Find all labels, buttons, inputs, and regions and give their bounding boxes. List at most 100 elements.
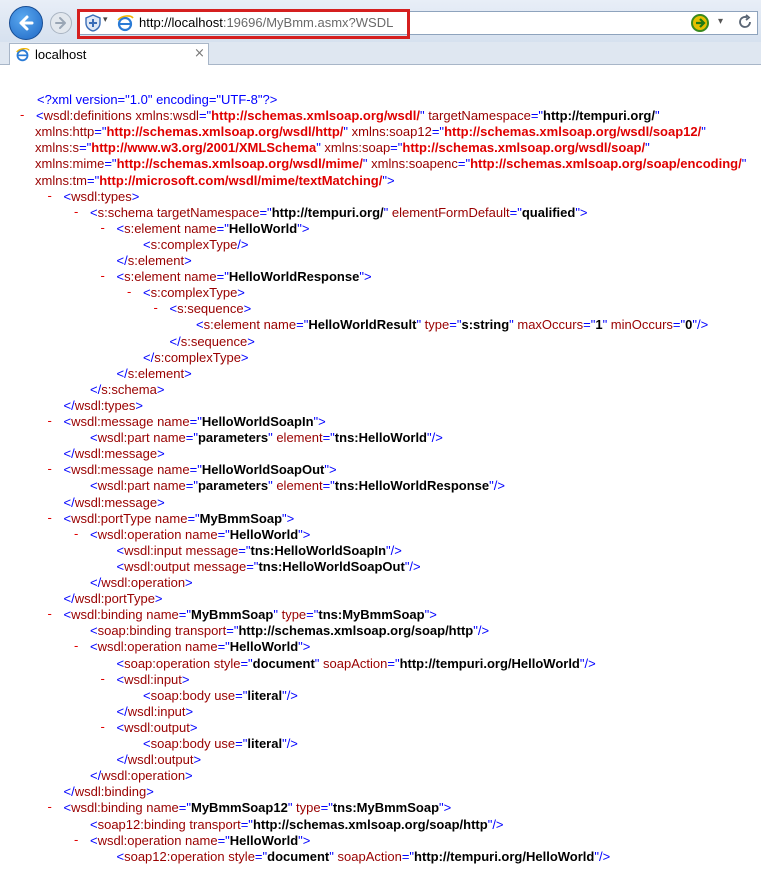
xml-token: s:complexType [154,349,241,365]
xml-token: http://microsoft.com/wsdl/mime/textMatch… [99,172,383,188]
xml-token: < [116,655,125,671]
xml-token: < [63,800,72,816]
collapse-toggle[interactable]: - [48,510,52,525]
xml-line: <soap:body use="literal"/> [143,736,298,752]
xml-token: wsdl:operation [97,526,186,542]
xml-line: </wsdl:portType> [64,591,163,607]
xml-token: wsdl:message [71,462,158,478]
xml-token: > [184,365,192,381]
xml-line: <wsdl:part name="parameters" element="tn… [90,478,505,494]
address-dropdown-icon[interactable]: ▾ [718,16,723,27]
xml-token: < [90,639,98,655]
xml-token: element [276,430,323,446]
xml-line: <wsdl:definitions xmlns:wsdl="http://sch… [36,108,660,124]
xml-token: > [156,381,165,397]
collapse-toggle[interactable]: - [74,204,78,219]
xml-token: " [287,800,297,816]
xml-token: MyBmmSoap [191,607,274,623]
xml-line: </wsdl:message> [64,446,165,462]
xml-line: <soap:binding transport="http://schemas.… [90,623,489,639]
xml-token: xmlns:mime [35,156,105,172]
xml-token: "/> [692,317,709,333]
xml-line: <wsdl:message name="HelloWorldSoapIn"> [64,414,326,430]
xml-token: "/> [386,542,402,558]
xml-token: " [383,204,392,220]
xml-token: wsdl:message [71,414,158,429]
xml-token: wsdl:types [71,188,132,204]
xml-token: name [153,430,186,446]
xml-token: =" [87,172,100,188]
xml-line: <s:element name="HelloWorldResponse"> [117,269,372,285]
xml-token: wsdl:operation [101,768,186,784]
xml-token: "/> [489,478,505,494]
xml-token: > [240,349,249,365]
xml-token: > [185,575,193,590]
go-icon[interactable] [690,13,710,33]
xml-token: "/> [282,736,298,751]
refresh-icon[interactable] [736,13,754,31]
xml-token: =" [387,655,400,671]
xml-token: =" [238,542,251,558]
xml-token: http://tempuri.org/ [271,204,384,220]
compatibility-view-icon[interactable] [84,14,102,32]
xml-token: tns:HelloWorldResponse [334,478,490,494]
xml-token: tns:MyBmmSoap [318,607,425,623]
xml-token: soap12:operation [124,848,229,864]
collapse-toggle[interactable]: - [74,832,78,847]
xml-token: wsdl:operation [97,639,186,655]
xml-token: </ [116,752,128,768]
xml-viewer: <?xml version="1.0" encoding="UTF-8"?> - <… [0,65,761,875]
xml-token: =" [178,800,191,816]
tab-close-icon[interactable]: × [194,46,205,61]
collapse-toggle[interactable]: - [127,284,131,299]
xml-token: =" [178,607,191,623]
xml-token: wsdl:operation [101,575,186,590]
forward-button[interactable] [50,12,72,34]
collapse-toggle[interactable]: - [154,300,158,315]
xml-token: s:schema [97,204,157,220]
back-button[interactable] [9,6,43,40]
url-text[interactable]: http://localhost:19696/MyBmm.asmx?WSDL [139,15,393,30]
collapse-toggle[interactable]: - [48,188,52,203]
xml-line: xmlns:s="http://www.w3.org/2001/XMLSchem… [35,140,650,156]
xml-token: type [424,317,450,333]
collapse-toggle[interactable]: - [48,799,52,814]
xml-line: </wsdl:operation> [90,768,193,784]
collapse-toggle[interactable]: - [48,606,52,621]
xml-token: =" [189,414,202,429]
collapse-toggle[interactable]: - [48,413,52,428]
collapse-toggle[interactable]: - [20,107,24,122]
collapse-toggle[interactable]: - [101,671,105,686]
forward-arrow-icon [55,17,66,29]
xml-line: <s:element name="HelloWorldResult" type=… [196,317,708,333]
tab-localhost[interactable]: localhost × [9,43,209,65]
xml-line: xmlns:mime="http://schemas.xmlsoap.org/w… [35,156,746,172]
xml-token: < [143,236,151,252]
xml-token: HelloWorld [229,639,299,655]
xml-token: HelloWorld [228,220,298,236]
xml-token: http://schemas.xmlsoap.org/wsdl/soap12/ [444,124,702,140]
xml-token: xmlns:soapenc [371,156,458,172]
xml-line: </wsdl:operation> [90,575,193,591]
collapse-toggle[interactable]: - [74,526,78,541]
xml-token: =" [235,736,248,751]
xml-token: < [116,848,125,864]
xml-token: "> [298,832,311,848]
collapse-toggle[interactable]: - [74,638,78,653]
xml-token: < [116,671,125,687]
xml-token: > [193,752,202,768]
compatibility-dropdown-icon[interactable]: ▾ [103,15,108,25]
xml-token: wsdl:definitions [43,108,136,124]
collapse-toggle[interactable]: - [101,220,105,235]
xml-token: wsdl:portType [74,591,155,607]
xml-token: " [654,108,660,124]
xml-token: =" [187,510,200,526]
xml-token: HelloWorld [229,526,299,542]
collapse-toggle[interactable]: - [101,719,105,734]
xml-token: =" [185,430,198,446]
collapse-toggle[interactable]: - [48,461,52,476]
xml-token: document [267,848,330,864]
collapse-toggle[interactable]: - [101,268,105,283]
xml-token: name [157,414,190,429]
xml-token: =" [457,156,471,172]
